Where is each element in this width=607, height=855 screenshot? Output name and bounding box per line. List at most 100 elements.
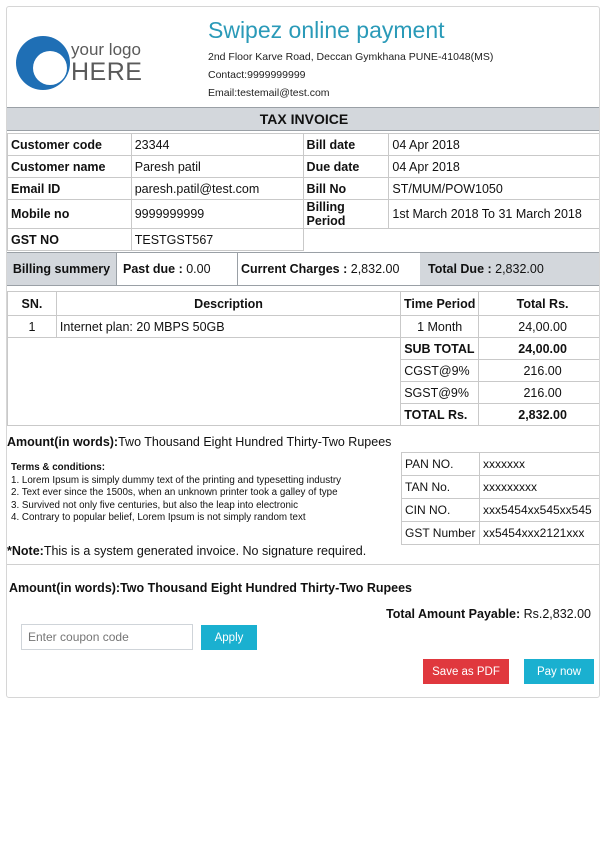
row-time-period: 1 Month xyxy=(400,315,480,338)
email-label: Email ID xyxy=(7,177,132,200)
company-logo-icon xyxy=(16,36,70,90)
past-due: Past due : 0.00 xyxy=(117,253,238,285)
pan-label: PAN NO. xyxy=(401,452,480,476)
company-name: Swipez online payment xyxy=(208,17,445,43)
gst-number-value: xx5454xxx2121xxx xyxy=(478,521,599,545)
current-charges-label: Current Charges : xyxy=(241,262,348,276)
info-blank-cell xyxy=(303,229,599,251)
tan-label: TAN No. xyxy=(401,475,480,499)
customer-name-label: Customer name xyxy=(7,155,132,178)
billing-summary-label: Billing summery xyxy=(7,253,117,285)
terms-title: Terms & conditions: xyxy=(11,462,105,473)
info-row: Mobile no 9999999999 Billing Period 1st … xyxy=(7,199,599,229)
mobile-label: Mobile no xyxy=(7,199,132,229)
info-row: Customer code 23344 Bill date 04 Apr 201… xyxy=(7,133,599,156)
amount-in-words: Amount(in words):Two Thousand Eight Hund… xyxy=(7,431,599,453)
due-date-value: 04 Apr 2018 xyxy=(388,155,599,178)
total-due: Total Due : 2,832.00 xyxy=(420,253,599,285)
gst-number-row: GST Number xx5454xxx2121xxx xyxy=(401,521,599,545)
logo-small-text: your logo xyxy=(71,40,141,59)
info-row: Customer name Paresh patil Due date 04 A… xyxy=(7,155,599,178)
subtotal-value: 24,00.00 xyxy=(478,337,599,360)
terms-line: 1. Lorem Ipsum is simply dummy text of t… xyxy=(11,474,341,486)
terms-line: 3. Survived not only five centuries, but… xyxy=(11,499,298,511)
company-contact: Contact:9999999999 xyxy=(208,69,306,81)
total-due-label: Total Due : xyxy=(428,262,492,276)
apply-coupon-button[interactable]: Apply xyxy=(201,625,257,650)
mobile-value: 9999999999 xyxy=(130,199,304,229)
current-charges-value: 2,832.00 xyxy=(347,262,400,276)
cgst-label: CGST@9% xyxy=(400,359,480,382)
row-sn: 1 xyxy=(7,315,57,338)
current-charges: Current Charges : 2,832.00 xyxy=(238,253,421,285)
billing-period-value: 1st March 2018 To 31 March 2018 xyxy=(388,199,599,229)
logo-big-text: HERE xyxy=(71,58,143,86)
bill-no-value: ST/MUM/POW1050 xyxy=(388,177,599,200)
bill-no-label: Bill No xyxy=(302,177,390,200)
pan-row: PAN NO. xxxxxxx xyxy=(401,452,599,476)
invoice-title: TAX INVOICE xyxy=(7,107,599,131)
divider xyxy=(7,564,599,565)
company-address: 2nd Floor Karve Road, Deccan Gymkhana PU… xyxy=(208,51,494,63)
pan-value: xxxxxxx xyxy=(478,452,599,476)
terms-line: 4. Contrary to popular belief, Lorem Ips… xyxy=(11,512,306,523)
logo-text: your logo HERE xyxy=(71,40,143,86)
past-due-value: 0.00 xyxy=(182,262,211,276)
row-total: 24,00.00 xyxy=(478,315,599,338)
bill-date-value: 04 Apr 2018 xyxy=(388,133,599,156)
row-description: Internet plan: 20 MBPS 50GB xyxy=(55,315,402,338)
pay-now-button[interactable]: Pay now xyxy=(524,659,594,684)
bill-date-label: Bill date xyxy=(302,133,390,156)
terms-and-conditions: Terms & conditions: 1. Lorem Ipsum is si… xyxy=(11,462,403,525)
billing-summary-band: Billing summery Past due : 0.00 Current … xyxy=(7,252,599,286)
customer-info-table: Customer code 23344 Bill date 04 Apr 201… xyxy=(7,133,600,251)
info-row: GST NO TESTGST567 xyxy=(7,228,600,251)
amount-words-label: Amount(in words): xyxy=(7,435,119,449)
tan-row: TAN No. xxxxxxxxx xyxy=(401,475,599,499)
cin-row: CIN NO. xxx5454xx545xx545 xyxy=(401,498,599,522)
amount-in-words-summary: Amount(in words):Two Thousand Eight Hund… xyxy=(9,581,412,595)
cin-label: CIN NO. xyxy=(401,498,480,522)
header-description: Description xyxy=(55,291,402,316)
cin-value: xxx5454xx545xx545 xyxy=(478,498,599,522)
save-as-pdf-button[interactable]: Save as PDF xyxy=(423,659,509,684)
invoice-header: your logo HERE Swipez online payment 2nd… xyxy=(7,7,599,107)
header-sn: SN. xyxy=(7,291,57,316)
invoice-card: your logo HERE Swipez online payment 2nd… xyxy=(6,6,600,698)
billing-period-label: Billing Period xyxy=(302,199,390,229)
header-time-period: Time Period xyxy=(400,291,480,316)
total-payable-label: Total Amount Payable: xyxy=(386,607,521,621)
due-date-label: Due date xyxy=(302,155,390,178)
sgst-label: SGST@9% xyxy=(400,381,480,404)
terms-line: 2. Text ever since the 1500s, when an un… xyxy=(11,487,338,498)
coupon-code-input[interactable] xyxy=(21,624,193,650)
company-email: Email:testemail@test.com xyxy=(208,87,330,99)
gst-no-value: TESTGST567 xyxy=(130,228,304,251)
note-label: *Note: xyxy=(7,544,44,558)
total-payable-value: Rs.2,832.00 xyxy=(520,607,591,621)
past-due-label: Past due : xyxy=(123,262,183,276)
table-header-row: SN. Description Time Period Total Rs. xyxy=(7,291,599,316)
sgst-value: 216.00 xyxy=(478,381,599,404)
total-due-value: 2,832.00 xyxy=(491,262,544,276)
summary-blank-cell xyxy=(7,337,402,426)
line-items-table: SN. Description Time Period Total Rs. 1 … xyxy=(7,291,599,426)
note-text: This is a system generated invoice. No s… xyxy=(43,544,367,558)
info-row: Email ID paresh.patil@test.com Bill No S… xyxy=(7,177,599,200)
invoice-note: *Note:This is a system generated invoice… xyxy=(7,543,599,559)
tax-ids-table: PAN NO. xxxxxxx TAN No. xxxxxxxxx CIN NO… xyxy=(401,452,599,545)
amount-words-value: Two Thousand Eight Hundred Thirty-Two Ru… xyxy=(118,435,392,449)
customer-code-label: Customer code xyxy=(7,133,132,156)
gst-no-label: GST NO xyxy=(7,228,132,251)
tan-value: xxxxxxxxx xyxy=(478,475,599,499)
total-value: 2,832.00 xyxy=(478,403,599,426)
total-amount-payable: Total Amount Payable: Rs.2,832.00 xyxy=(386,607,591,621)
email-value: paresh.patil@test.com xyxy=(130,177,304,200)
subtotal-label: SUB TOTAL xyxy=(400,337,480,360)
total-label: TOTAL Rs. xyxy=(400,403,480,426)
table-row: 1 Internet plan: 20 MBPS 50GB 1 Month 24… xyxy=(7,315,599,338)
subtotal-row: SUB TOTAL 24,00.00 xyxy=(7,337,599,426)
header-total: Total Rs. xyxy=(478,291,599,316)
customer-code-value: 23344 xyxy=(130,133,304,156)
gst-number-label: GST Number xyxy=(401,521,480,545)
